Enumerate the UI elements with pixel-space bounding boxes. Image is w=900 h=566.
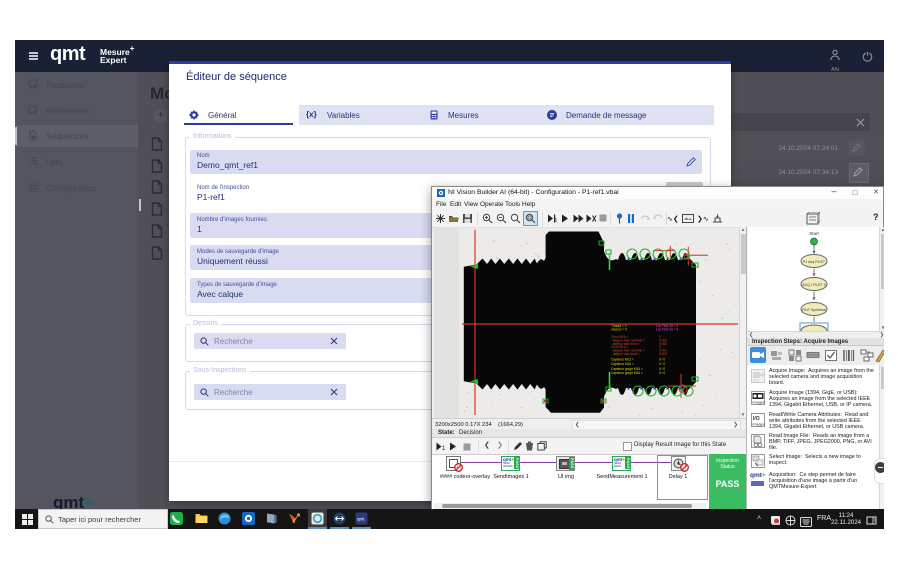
svg-text:images: images <box>753 423 765 427</box>
svg-text:∿❮: ∿❮ <box>667 215 679 223</box>
svg-text:ACQ / FILET 0: ACQ / FILET 0 <box>802 283 826 287</box>
svg-text:0 / 0: 0 / 0 <box>659 362 665 366</box>
svg-text:- largeur max fond =: - largeur max fond = <box>611 352 640 356</box>
svg-text:P1 Acq FILET: P1 Acq FILET <box>803 260 826 264</box>
svg-text:Acq: Acq <box>753 379 759 383</box>
svg-text:1: 1 <box>555 218 558 223</box>
svg-text:Capteurs M13 =: Capteurs M13 = <box>611 358 634 362</box>
svg-text:0.000: 0.000 <box>659 352 667 356</box>
svg-text:Capteurs M16 =: Capteurs M16 = <box>611 362 634 366</box>
svg-text:0 / 0: 0 / 0 <box>659 371 665 375</box>
svg-text:Loc Find Va = 0: Loc Find Va = 0 <box>656 327 678 331</box>
svg-text:0 / 0: 0 / 0 <box>659 358 665 362</box>
svg-text:qmt: qmt <box>357 517 365 522</box>
svg-text:I/O: I/O <box>753 416 760 422</box>
svg-text:Start: Start <box>809 231 819 236</box>
svg-text:images: images <box>753 401 765 405</box>
svg-text:Capteurs gorge M16 =: Capteurs gorge M16 = <box>611 371 643 375</box>
svg-text:❯∿: ❯∿ <box>697 215 709 223</box>
svg-text:FILE Synthèse: FILE Synthèse <box>802 308 826 312</box>
svg-text:mesrun = 0: mesrun = 0 <box>611 327 627 331</box>
svg-text:1: 1 <box>442 446 446 451</box>
